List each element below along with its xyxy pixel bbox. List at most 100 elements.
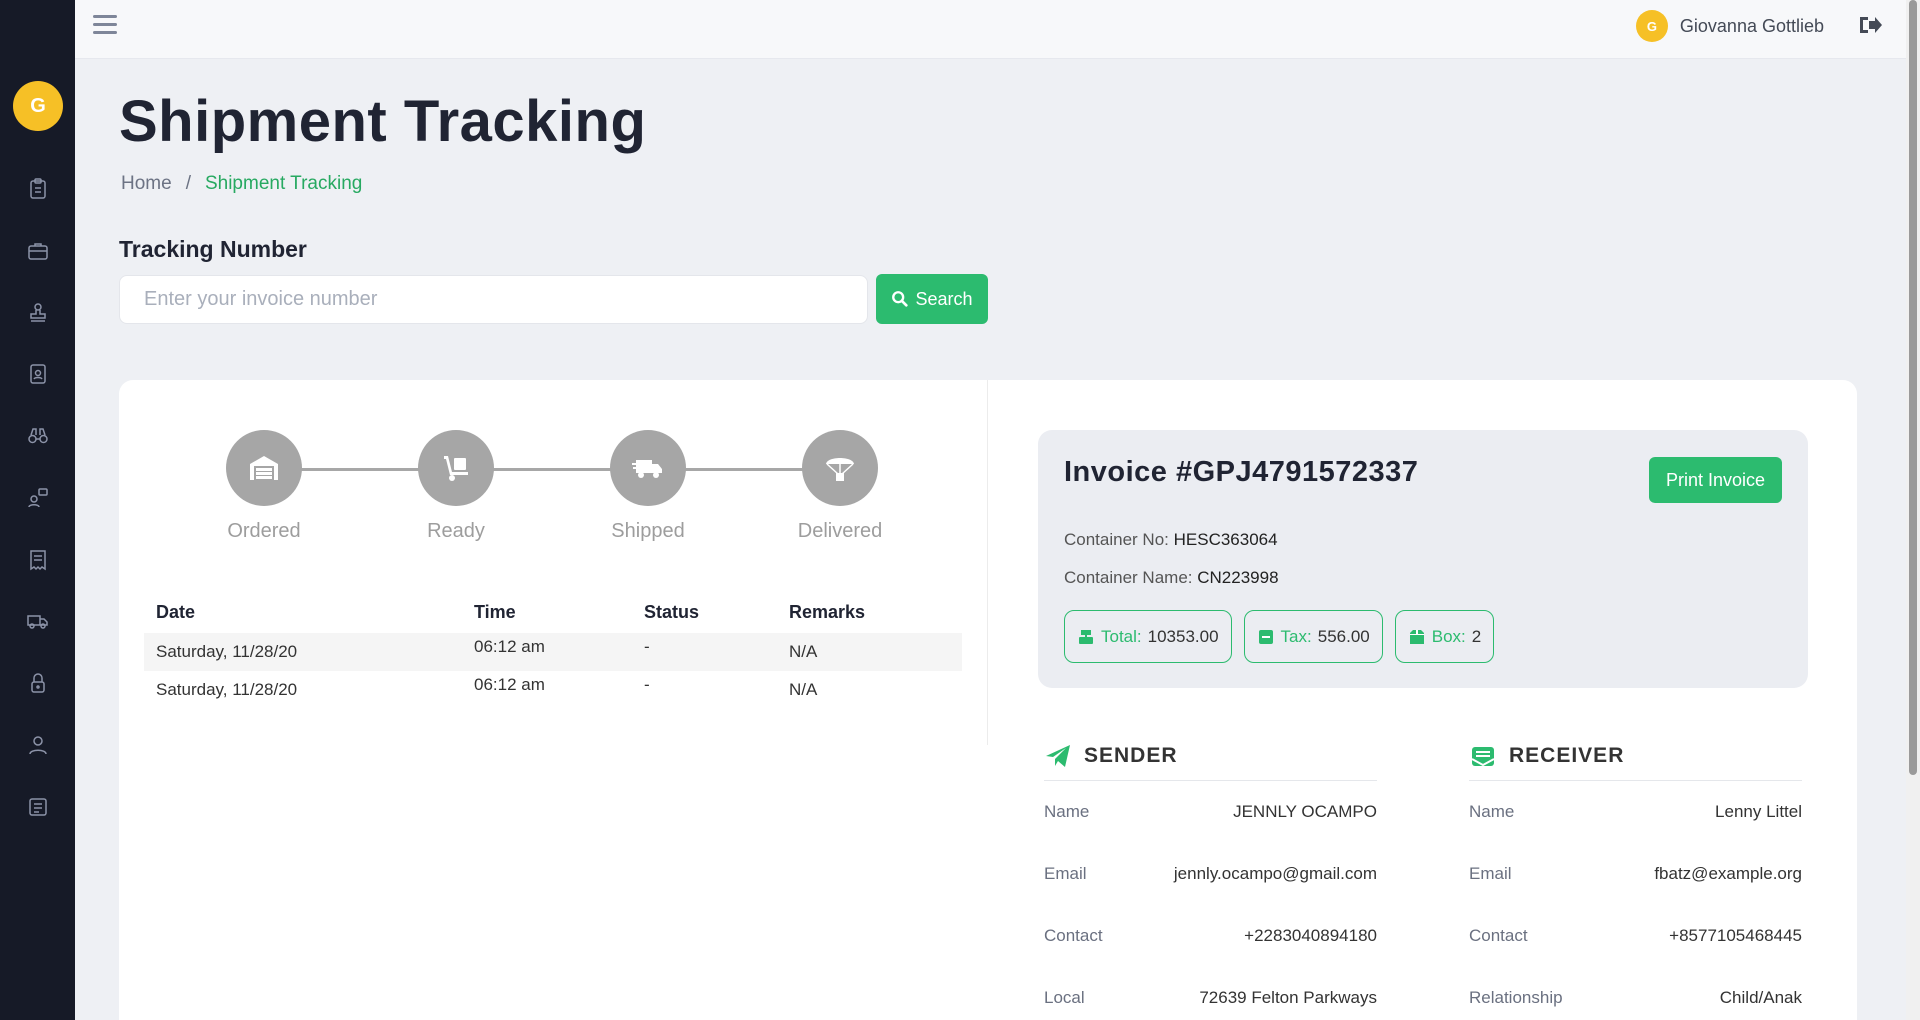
shipment-card: Ordered Ready Shipped Delivered Date Tim… xyxy=(119,380,1857,1020)
sender-title: SENDER xyxy=(1084,744,1178,767)
row-time: 06:12 am xyxy=(474,675,545,694)
field-value: Lenny Littel xyxy=(1715,802,1802,821)
step-ready: Ready xyxy=(386,430,526,543)
sender-contact-row: Contact +2283040894180 xyxy=(1044,905,1377,967)
receipt-icon[interactable] xyxy=(22,544,54,576)
row-remarks: N/A xyxy=(789,680,818,699)
user-avatar: G xyxy=(1635,10,1668,42)
container-no-label: Container No: xyxy=(1064,530,1169,549)
field-label: Contact xyxy=(1044,926,1103,945)
user-chat-icon[interactable] xyxy=(22,482,54,514)
breadcrumb: Home / Shipment Tracking xyxy=(121,173,362,195)
column-status: Status xyxy=(644,602,700,622)
field-value: +2283040894180 xyxy=(1244,926,1377,945)
user-menu[interactable]: G Giovanna Gottlieb xyxy=(1635,10,1824,42)
row-remarks: N/A xyxy=(777,633,962,671)
page-scrollbar[interactable] xyxy=(1906,0,1920,1020)
search-icon xyxy=(892,291,909,307)
invoice-summary: Invoice #GPJ4791572337 Print Invoice Con… xyxy=(1038,430,1808,688)
breadcrumb-current: Shipment Tracking xyxy=(204,173,363,194)
briefcase-icon[interactable] xyxy=(22,235,54,267)
breadcrumb-separator: / xyxy=(185,173,191,194)
box-value: 2 xyxy=(1471,626,1482,646)
search-button-label: Search xyxy=(915,288,973,309)
id-badge-icon[interactable] xyxy=(22,358,54,390)
step-shipped: Shipped xyxy=(578,430,718,543)
clipboard-icon[interactable] xyxy=(22,173,54,205)
truck-icon[interactable] xyxy=(22,605,54,637)
tracking-number-input[interactable] xyxy=(119,275,868,324)
invoice-badges: Total: 10353.00 Tax: 556.00 Box: 2 xyxy=(1064,610,1495,663)
tracking-number-label: Tracking Number xyxy=(119,236,307,262)
field-value: jennly.ocampo@gmail.com xyxy=(1173,864,1377,883)
topbar: G Giovanna Gottlieb xyxy=(75,0,1906,59)
table-row: Saturday, 11/28/20 06:12 am - N/A xyxy=(144,633,962,671)
row-date: Saturday, 11/28/20 xyxy=(156,680,298,699)
container-no-value: HESC363064 xyxy=(1173,530,1278,549)
field-value: +8577105468445 xyxy=(1669,926,1802,945)
step-ordered: Ordered xyxy=(194,430,334,543)
field-value: 72639 Felton Parkways xyxy=(1199,988,1377,1007)
minus-square-icon xyxy=(1258,629,1273,644)
receiver-email-row: Email fbatz@example.org xyxy=(1469,843,1802,905)
field-label: Relationship xyxy=(1469,988,1563,1007)
receiver-section: RECEIVER Name Lenny Littel Email fbatz@e… xyxy=(1469,742,1802,1020)
logout-icon[interactable] xyxy=(1856,13,1884,37)
field-label: Email xyxy=(1469,864,1512,883)
table-header-row: Date Time Status Remarks xyxy=(144,602,962,633)
breadcrumb-home[interactable]: Home xyxy=(121,173,172,195)
receiver-name-row: Name Lenny Littel xyxy=(1469,781,1802,843)
field-label: Name xyxy=(1469,802,1515,821)
tax-label: Tax: xyxy=(1280,626,1312,646)
step-label: Delivered xyxy=(797,520,883,542)
column-remarks: Remarks xyxy=(789,602,866,622)
parachute-box-icon xyxy=(802,430,878,506)
field-value: fbatz@example.org xyxy=(1654,864,1802,883)
binoculars-icon[interactable] xyxy=(22,420,54,452)
sender-local-row: Local 72639 Felton Parkways xyxy=(1044,967,1377,1020)
sidebar: G xyxy=(0,0,75,1020)
container-name: Container Name: CN223998 xyxy=(1064,568,1279,588)
sender-header: SENDER xyxy=(1044,742,1377,781)
row-status: - xyxy=(644,675,650,694)
column-time: Time xyxy=(474,602,516,622)
newspaper-icon[interactable] xyxy=(22,791,54,823)
envelope-open-text-icon xyxy=(1471,747,1495,767)
dolly-icon xyxy=(418,430,494,506)
stamp-icon[interactable] xyxy=(22,297,54,329)
total-label: Total: xyxy=(1101,626,1142,646)
receiver-title: RECEIVER xyxy=(1509,744,1625,767)
scrollbar-thumb[interactable] xyxy=(1909,0,1917,775)
page-title: Shipment Tracking xyxy=(119,89,647,154)
user-icon[interactable] xyxy=(22,729,54,761)
field-value: Child/Anak xyxy=(1719,988,1802,1007)
sidebar-avatar[interactable]: G xyxy=(13,81,63,131)
search-button[interactable]: Search xyxy=(876,274,988,324)
step-label: Ordered xyxy=(227,520,301,542)
step-label: Shipped xyxy=(611,520,685,542)
tracking-history-table: Date Time Status Remarks Saturday, 11/28… xyxy=(144,602,962,709)
lock-icon[interactable] xyxy=(22,667,54,699)
table-row: Saturday, 11/28/20 06:12 am - N/A xyxy=(144,671,962,709)
card-divider xyxy=(987,380,988,745)
row-date: Saturday, 11/28/20 xyxy=(144,633,462,671)
print-invoice-button[interactable]: Print Invoice xyxy=(1649,457,1782,503)
receiver-header: RECEIVER xyxy=(1469,742,1802,781)
progress-line xyxy=(264,468,839,471)
field-label: Name xyxy=(1044,802,1090,821)
total-value: 10353.00 xyxy=(1147,626,1219,646)
cash-register-icon xyxy=(1079,629,1093,644)
step-delivered: Delivered xyxy=(770,430,910,543)
menu-toggle-icon[interactable] xyxy=(93,15,119,37)
container-no: Container No: HESC363064 xyxy=(1064,530,1278,550)
field-label: Local xyxy=(1044,988,1085,1007)
step-label: Ready xyxy=(427,520,485,542)
shipping-truck-icon xyxy=(610,430,686,506)
container-name-label: Container Name: xyxy=(1064,568,1193,587)
field-label: Contact xyxy=(1469,926,1528,945)
row-time: 06:12 am xyxy=(462,633,632,671)
sender-email-row: Email jennly.ocampo@gmail.com xyxy=(1044,843,1377,905)
column-date: Date xyxy=(156,602,196,622)
row-status: - xyxy=(632,633,777,671)
box-label: Box: xyxy=(1431,626,1466,646)
